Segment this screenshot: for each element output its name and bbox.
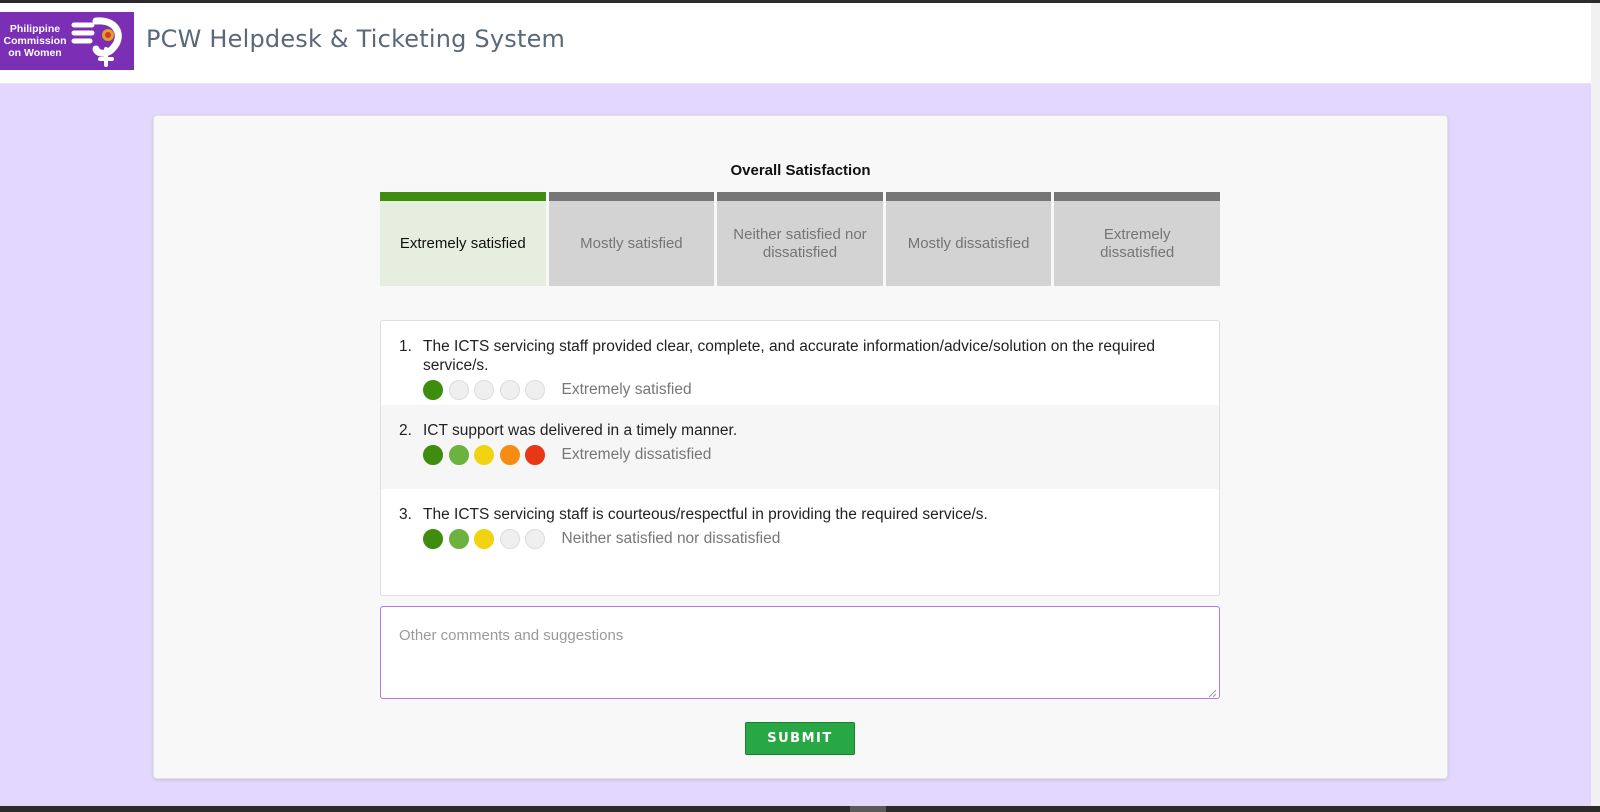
comments-textarea[interactable] (380, 606, 1220, 699)
rating-dot-4[interactable] (499, 445, 520, 465)
window-bottom-bar (0, 806, 1600, 812)
overall-satisfaction-title: Overall Satisfaction (730, 162, 871, 179)
rating-scale: Neither satisfied nor dissatisfied (423, 529, 1203, 549)
resize-grip-icon[interactable] (1207, 688, 1217, 698)
rating-dot-5[interactable] (525, 529, 545, 549)
rating-dot-3[interactable] (474, 445, 494, 465)
overall-option-neutral[interactable]: Neither satisfied nor dissatisfied (717, 192, 883, 286)
overall-option-extremely-satisfied[interactable]: Extremely satisfied (380, 192, 546, 286)
question-text: The ICTS servicing staff provided clear,… (423, 338, 1156, 374)
question-number: 3. (399, 506, 412, 523)
question-list: 1. The ICTS servicing staff provided cle… (380, 320, 1220, 596)
question-item: 1. The ICTS servicing staff provided cle… (381, 321, 1219, 405)
rating-dot-2[interactable] (448, 380, 469, 400)
rating-dot-1[interactable] (423, 529, 443, 549)
rating-label: Extremely satisfied (561, 381, 692, 398)
app-title: PCW Helpdesk & Ticketing System (146, 25, 566, 53)
question-item: 2. ICT support was delivered in a timely… (381, 405, 1219, 489)
rating-dot-2[interactable] (448, 529, 469, 549)
question-text: The ICTS servicing staff is courteous/re… (423, 506, 988, 523)
submit-button[interactable]: SUBMIT (745, 722, 855, 755)
question-number: 2. (399, 422, 412, 439)
rating-dot-1[interactable] (423, 380, 443, 400)
overall-option-mostly-satisfied[interactable]: Mostly satisfied (548, 192, 715, 286)
taskbar-handle (850, 806, 886, 812)
feedback-card: Overall Satisfaction Extremely satisfied… (153, 115, 1448, 779)
rating-dot-5[interactable] (525, 445, 545, 465)
rating-dot-1[interactable] (423, 445, 443, 465)
rating-scale: Extremely dissatisfied (423, 445, 1203, 465)
app-header: Philippine Commission on Women PCW Helpd… (0, 3, 1600, 84)
question-text: ICT support was delivered in a timely ma… (423, 422, 738, 439)
rating-scale: Extremely satisfied (423, 380, 1203, 400)
overall-option-extremely-dissatisfied[interactable]: Extremely dissatisfied (1054, 192, 1220, 286)
rating-dot-3[interactable] (474, 380, 494, 400)
rating-dot-4[interactable] (499, 529, 520, 549)
question-item: 3. The ICTS servicing staff is courteous… (381, 489, 1219, 573)
overall-option-mostly-dissatisfied[interactable]: Mostly dissatisfied (885, 192, 1052, 286)
overall-satisfaction-options: Extremely satisfied Mostly satisfied Nei… (380, 192, 1220, 286)
rating-dot-4[interactable] (499, 380, 520, 400)
rating-dot-2[interactable] (448, 445, 469, 465)
rating-label: Extremely dissatisfied (561, 446, 712, 463)
page-scrollbar[interactable] (1591, 3, 1600, 809)
rating-dot-3[interactable] (474, 529, 494, 549)
rating-dot-5[interactable] (525, 380, 545, 400)
pcw-emblem-icon (70, 13, 128, 69)
logo-text: Philippine Commission on Women (3, 23, 67, 59)
pcw-logo[interactable]: Philippine Commission on Women (0, 12, 134, 70)
rating-label: Neither satisfied nor dissatisfied (561, 530, 781, 547)
question-number: 1. (399, 338, 412, 355)
